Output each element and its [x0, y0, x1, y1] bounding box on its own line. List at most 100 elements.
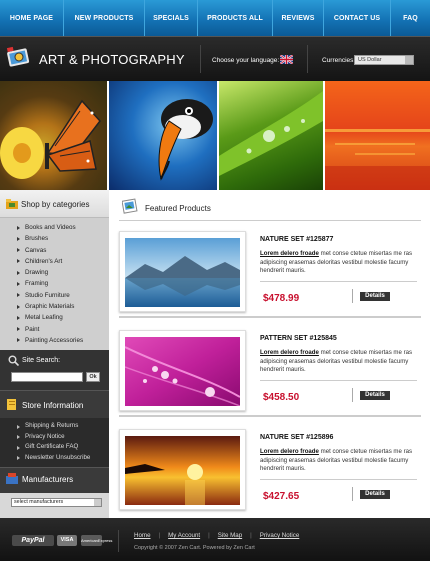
product-image-sunset	[125, 436, 240, 505]
divider	[119, 316, 421, 318]
category-framing[interactable]: Framing	[17, 278, 109, 289]
product-image-frame[interactable]	[119, 330, 246, 411]
category-drawing[interactable]: Drawing	[17, 267, 109, 278]
store-information-title: Store Information	[22, 401, 84, 411]
manufacturers-icon	[6, 473, 18, 485]
product-description: Lorem delero froade met conse ctetue mis…	[260, 349, 414, 375]
hero-banner	[0, 81, 430, 190]
category-metal-leafing[interactable]: Metal Leafing	[17, 312, 109, 323]
category-studio-furniture[interactable]: Studio Furniture	[17, 290, 109, 301]
manufacturers-header: Manufacturers	[0, 467, 109, 494]
product-name[interactable]: NATURE SET #125877	[260, 236, 333, 243]
categories-header: Shop by categories	[0, 190, 109, 218]
manufacturers-title: Manufacturers	[22, 475, 74, 485]
product-price: $478.99	[263, 293, 300, 304]
search-ok-button[interactable]: Ok	[86, 372, 100, 383]
manufacturers-select-value: select manufacturers	[14, 499, 64, 505]
category-canvas[interactable]: Canvas	[17, 245, 109, 256]
nav-reviews[interactable]: REVIEWS	[273, 0, 324, 36]
divider	[260, 479, 417, 480]
divider	[260, 281, 417, 282]
site-header: ART & PHOTOGRAPHY Choose your language: …	[0, 36, 430, 81]
footer-link-site-map[interactable]: Site Map	[218, 532, 242, 539]
manufacturers-select[interactable]: select manufacturers	[11, 498, 102, 507]
site-footer: PayPal VISA AmericanExpress Home | My Ac…	[0, 518, 430, 561]
category-paint[interactable]: Paint	[17, 324, 109, 335]
visa-logo: VISA	[57, 535, 77, 546]
footer-separator: |	[250, 532, 252, 539]
uk-flag-icon[interactable]	[280, 55, 293, 64]
info-shipping-returns[interactable]: Shipping & Returns	[17, 421, 109, 432]
nav-contact-us[interactable]: CONTACT US	[324, 0, 391, 36]
language-label: Choose your language:	[212, 57, 280, 64]
search-title: Site Search:	[22, 357, 61, 365]
main-content: Featured Products NATURE SET #125877 Lor…	[109, 190, 430, 518]
product-description-link[interactable]: Lorem delero froade	[260, 250, 319, 257]
category-brushes[interactable]: Brushes	[17, 233, 109, 244]
currency-label: Currencies:	[322, 57, 356, 64]
product-name[interactable]: PATTERN SET #125845	[260, 335, 337, 342]
divider	[352, 388, 353, 402]
footer-link-my-account[interactable]: My Account	[168, 532, 200, 539]
nav-products-all[interactable]: PRODUCTS ALL	[198, 0, 273, 36]
product-card: NATURE SET #125896 Lorem delero froade m…	[119, 425, 421, 517]
category-books-videos[interactable]: Books and Videos	[17, 222, 109, 233]
header-divider	[200, 45, 201, 73]
amex-logo: AmericanExpress	[81, 535, 112, 546]
footer-separator: |	[208, 532, 210, 539]
product-card: PATTERN SET #125845 Lorem delero froade …	[119, 326, 421, 418]
product-card: NATURE SET #125877 Lorem delero froade m…	[119, 227, 421, 319]
footer-separator: |	[158, 532, 161, 539]
product-price: $427.65	[263, 491, 300, 502]
divider	[119, 415, 421, 417]
category-graphic-materials[interactable]: Graphic Materials	[17, 301, 109, 312]
footer-link-privacy-notice[interactable]: Privacy Notice	[260, 532, 300, 539]
nav-new-products[interactable]: NEW PRODUCTS	[64, 0, 145, 36]
product-name[interactable]: NATURE SET #125896	[260, 434, 333, 441]
product-description-link[interactable]: Lorem delero froade	[260, 349, 319, 356]
divider	[260, 380, 417, 381]
info-newsletter-unsubscribe[interactable]: Newsletter Unsubscribe	[17, 453, 109, 464]
banner-butterfly-image	[0, 81, 107, 190]
store-information-list: Shipping & Returns Privacy Notice Gift C…	[0, 418, 109, 468]
banner-leaf-drops-image	[219, 81, 323, 190]
featured-header: Featured Products	[119, 197, 421, 221]
currency-select[interactable]: US Dollar	[354, 55, 414, 65]
chevron-down-icon	[405, 56, 413, 64]
categories-title: Shop by categories	[21, 200, 90, 209]
site-brand[interactable]: ART & PHOTOGRAPHY	[39, 52, 185, 67]
product-image-frame[interactable]	[119, 231, 246, 312]
category-childrens-art[interactable]: Children's Art	[17, 256, 109, 267]
footer-link-home[interactable]: Home	[134, 532, 151, 539]
chevron-down-icon	[94, 499, 101, 506]
info-gift-certificate-faq[interactable]: Gift Certificate FAQ	[17, 442, 109, 453]
footer-divider	[118, 530, 119, 552]
copyright-text: Copyright © 2007 Zen Cart. Powered by Ze…	[134, 545, 255, 551]
toucan-icon	[158, 99, 213, 181]
info-privacy-notice[interactable]: Privacy Notice	[17, 432, 109, 443]
store-information-header: Store Information	[0, 390, 109, 419]
top-navigation: HOME PAGE NEW PRODUCTS SPECIALS PRODUCTS…	[0, 0, 430, 36]
details-button[interactable]: Details	[360, 391, 390, 400]
details-button[interactable]: Details	[360, 490, 390, 499]
product-price: $458.50	[263, 392, 300, 403]
footer-links: Home | My Account | Site Map | Privacy N…	[134, 532, 299, 539]
banner-toucan-image	[109, 81, 217, 190]
category-list: Books and Videos Brushes Canvas Children…	[0, 218, 109, 351]
category-painting-accessories[interactable]: Painting Accessories	[17, 335, 109, 346]
nav-specials[interactable]: SPECIALS	[145, 0, 198, 36]
nav-faq[interactable]: FAQ	[391, 0, 430, 36]
gallery-icon	[122, 198, 138, 214]
product-image-pink-leaf	[125, 337, 240, 406]
product-description-link[interactable]: Lorem delero froade	[260, 448, 319, 455]
product-image-frame[interactable]	[119, 429, 246, 510]
product-description: Lorem delero froade met conse ctetue mis…	[260, 250, 414, 276]
currency-value: US Dollar	[358, 57, 382, 63]
camera-logo-icon[interactable]	[6, 44, 32, 70]
details-button[interactable]: Details	[360, 292, 390, 301]
nav-home[interactable]: HOME PAGE	[0, 0, 64, 36]
product-image-lake	[125, 238, 240, 307]
search-icon	[8, 355, 19, 367]
search-input[interactable]	[11, 372, 83, 383]
leaf-icon	[219, 91, 323, 176]
